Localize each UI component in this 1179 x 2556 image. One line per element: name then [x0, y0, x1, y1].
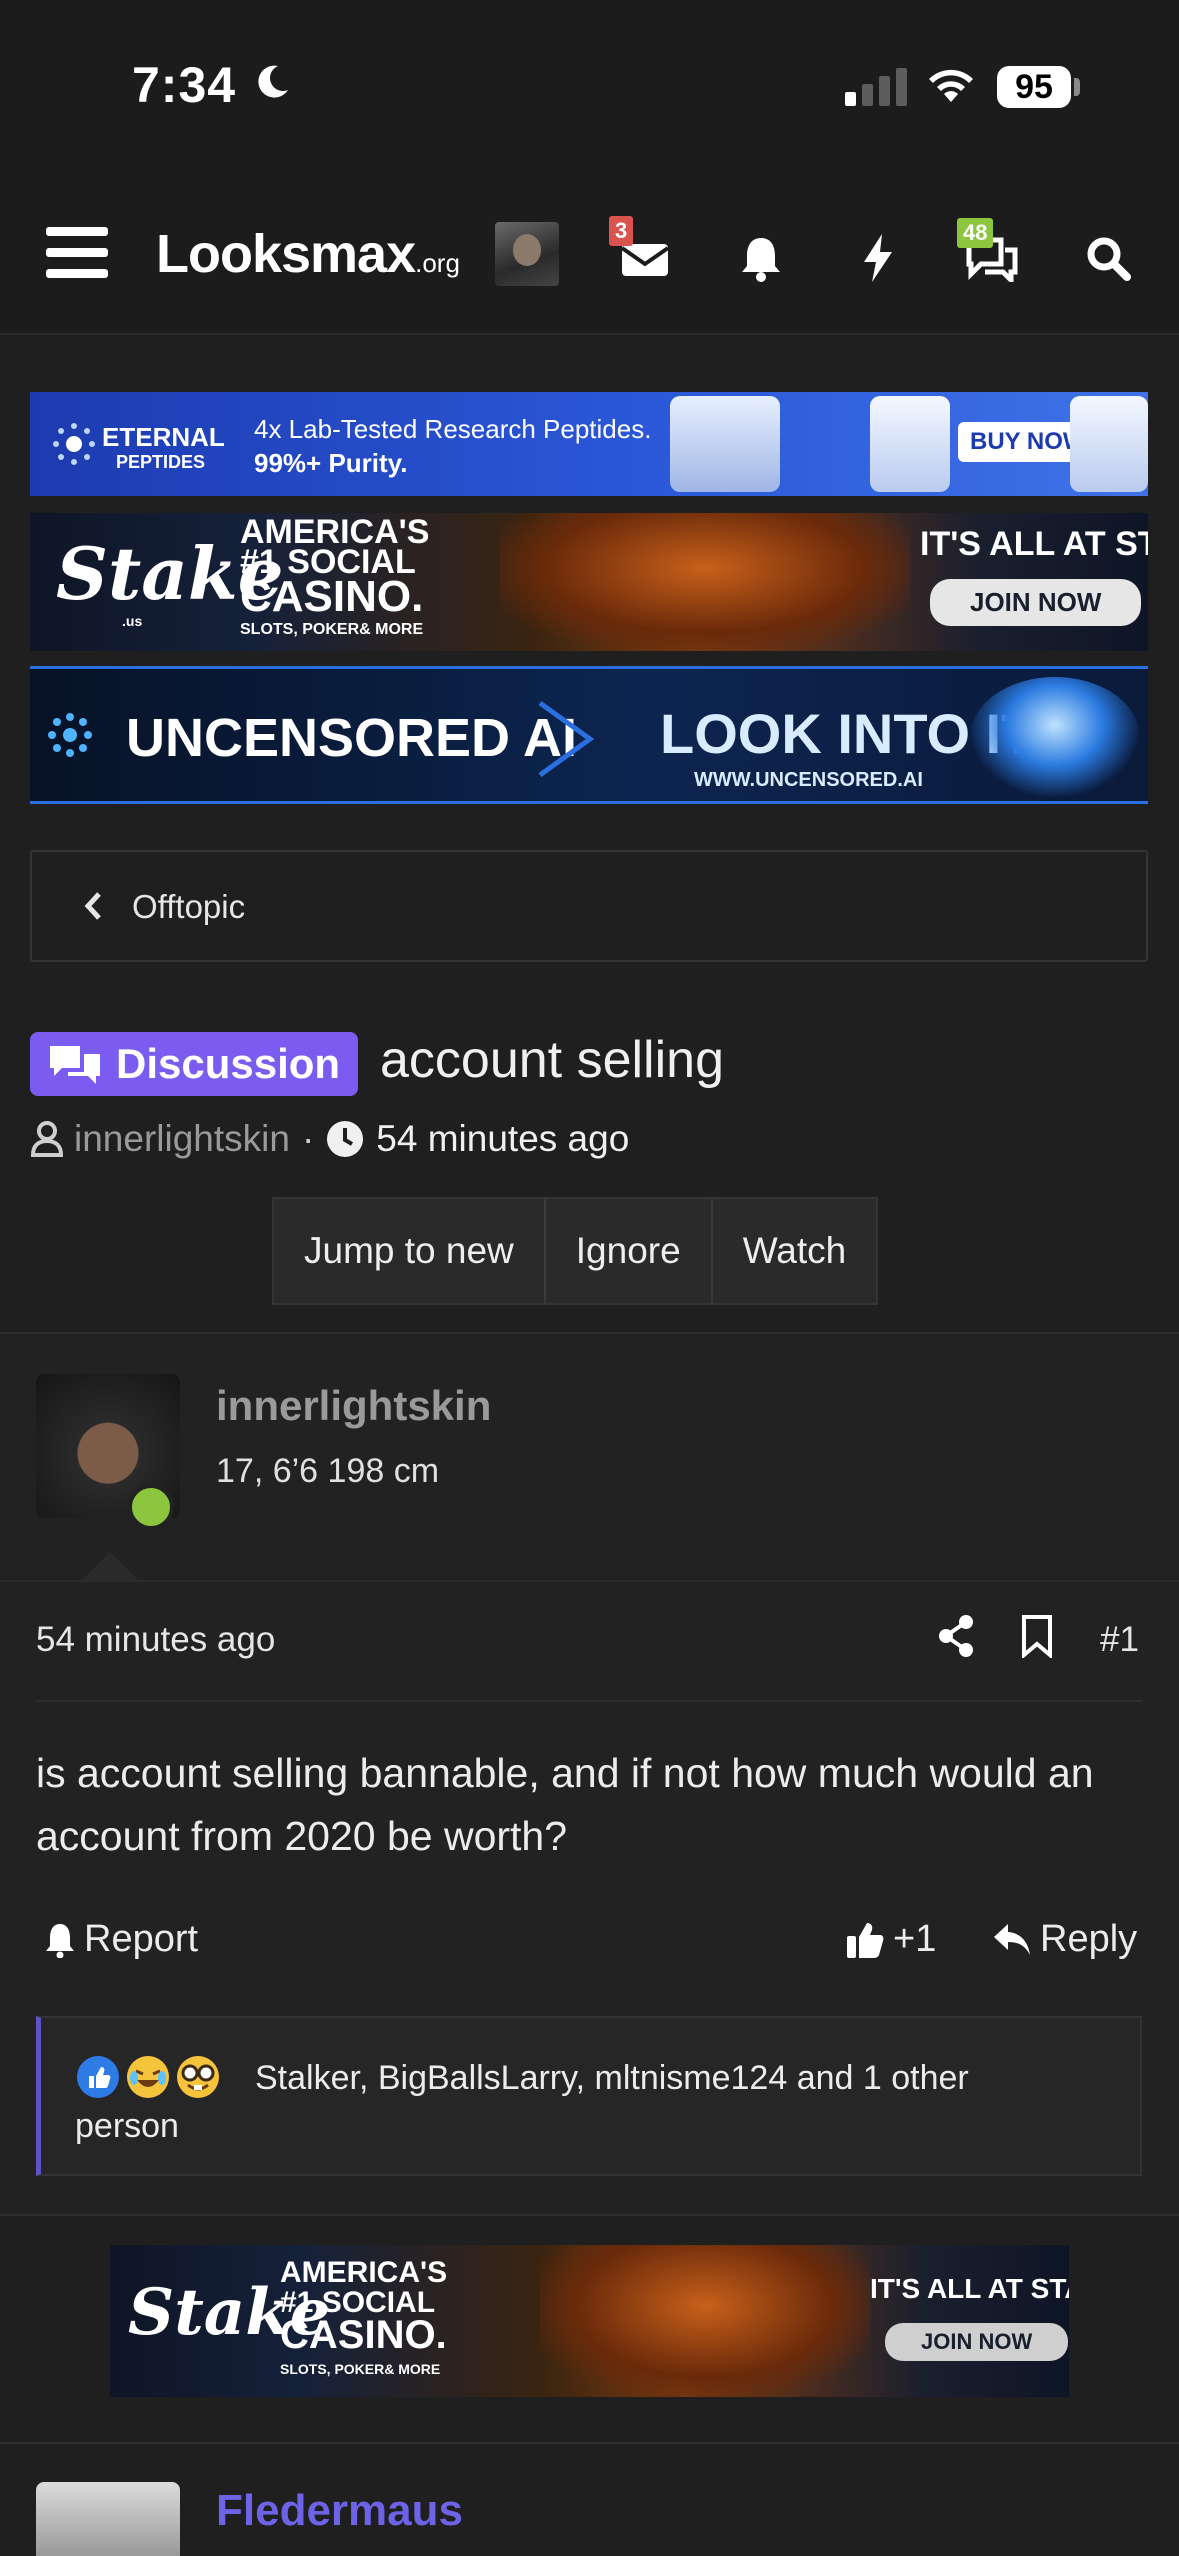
report-label: Report: [84, 1918, 199, 1960]
ad-eternal-brand-sub: PEPTIDES: [116, 452, 206, 472]
ad-stake-sub: SLOTS, POKER& MORE: [240, 621, 424, 638]
reply-label: Reply: [1040, 1918, 1138, 1960]
ad-uncensored-brand: UNCENSORED AI: [126, 708, 578, 768]
next-post-author-avatar[interactable]: [36, 2482, 180, 2556]
breadcrumb[interactable]: Offtopic: [30, 850, 1148, 962]
thumbs-up-icon: [847, 1922, 884, 1958]
divider: [0, 2442, 1179, 2444]
reply-button[interactable]: Reply: [992, 1918, 1137, 1961]
post-author-name[interactable]: innerlightskin: [216, 1382, 491, 1430]
ad-eternal-brand: ETERNAL: [102, 422, 225, 452]
like-count: +1: [893, 1918, 937, 1960]
cellular-signal-icon: [845, 68, 907, 106]
inbox-button[interactable]: 3: [609, 216, 673, 286]
peptide-logo-icon: [53, 423, 95, 465]
ad-stake-brand-sub: .us: [122, 613, 143, 629]
thread-time[interactable]: 54 minutes ago: [376, 1118, 629, 1160]
user-avatar[interactable]: [495, 222, 559, 286]
next-post-author-name[interactable]: Fledermaus: [216, 2486, 463, 2536]
battery-indicator: 95: [997, 66, 1071, 108]
status-bar: 7:34 95: [0, 0, 1179, 175]
user-block-arrow: [80, 1552, 140, 1582]
ad-stake-cta: JOIN NOW: [930, 579, 1142, 626]
ad-banner-eternal-peptides[interactable]: ETERNAL PEPTIDES 4x Lab-Tested Research …: [30, 392, 1148, 496]
reply-icon: [994, 1923, 1030, 1955]
thread-prefix-badge[interactable]: Discussion: [30, 1032, 359, 1096]
lightning-icon: [864, 234, 892, 282]
vial-image: [870, 396, 950, 492]
post-timestamp[interactable]: 54 minutes ago: [36, 1620, 275, 1660]
divider: [0, 1580, 1179, 1582]
menu-icon[interactable]: [46, 227, 108, 281]
ad-stake-sub: SLOTS, POKER& MORE: [280, 2361, 441, 2377]
user-icon: [30, 1121, 64, 1157]
search-button[interactable]: [1080, 230, 1136, 286]
ad-banner-stake-bottom[interactable]: Stake AMERICA'S #1 SOCIAL CASINO. SLOTS,…: [110, 2245, 1069, 2397]
ad-stake-cta: JOIN NOW: [885, 2323, 1069, 2361]
reactions-text: Stalker, BigBallsLarry, mltnisme124 and …: [75, 2059, 969, 2145]
ad-stake-headline-1: AMERICA'S: [280, 2256, 448, 2289]
breadcrumb-label: Offtopic: [132, 888, 246, 925]
whats-new-button[interactable]: [850, 230, 906, 286]
ad-banner-stake[interactable]: Stake .us AMERICA'S #1 SOCIAL CASINO. SL…: [30, 513, 1148, 651]
dots-logo-icon: [48, 713, 92, 757]
thread-action-buttons: Jump to new Ignore Watch: [272, 1197, 879, 1305]
watch-button[interactable]: Watch: [712, 1199, 877, 1303]
share-icon[interactable]: [936, 1614, 976, 1658]
status-time: 7:34: [132, 57, 237, 113]
ad-stake-headline-3: CASINO.: [240, 572, 424, 621]
thread-author-link[interactable]: innerlightskin: [74, 1118, 290, 1160]
vial-image: [1070, 396, 1148, 492]
stake-ad-photo: [540, 2245, 870, 2397]
ad-uncensored-url: WWW.UNCENSORED.AI: [694, 769, 923, 791]
stake-ad-photo: [500, 513, 910, 651]
top-navbar: Looksmax.org 3 48: [0, 175, 1179, 335]
chevron-right-icon: [538, 700, 595, 778]
jump-to-new-button[interactable]: Jump to new: [274, 1199, 546, 1303]
post-author-title: 17, 6’6 198 cm: [216, 1452, 440, 1490]
ignore-button[interactable]: Ignore: [545, 1199, 713, 1303]
ad-eternal-line2: 99%+ Purity.: [254, 448, 408, 478]
inbox-badge: 3: [609, 216, 634, 246]
divider: [36, 1700, 1142, 1702]
search-icon: [1087, 237, 1131, 281]
notifications-button[interactable]: [733, 230, 789, 286]
chat-bubbles-icon: [50, 1046, 100, 1084]
meta-separator: ·: [301, 1118, 315, 1159]
divider: [0, 2214, 1179, 2216]
wifi-icon: [929, 69, 973, 102]
bell-icon: [742, 238, 780, 282]
ad-banner-uncensored-ai[interactable]: UNCENSORED AI LOOK INTO IT WWW.UNCENSORE…: [30, 666, 1148, 804]
thread-meta: innerlightskin · 54 minutes ago: [30, 1118, 629, 1160]
moon-icon: [258, 65, 288, 98]
post-number[interactable]: #1: [1100, 1620, 1139, 1660]
like-button[interactable]: +1: [845, 1918, 936, 1961]
site-logo[interactable]: Looksmax.org: [156, 223, 460, 285]
conversations-button[interactable]: 48: [957, 218, 1019, 286]
ad-stake-tag: IT'S ALL AT STAKE: [920, 525, 1148, 563]
post-body: is account selling bannable, and if not …: [36, 1750, 1094, 1859]
battery-tip: [1074, 78, 1080, 96]
chevron-left-icon: [84, 892, 101, 920]
bell-icon: [46, 1923, 74, 1958]
conversations-badge: 48: [957, 218, 994, 248]
ad-eternal-line1: 4x Lab-Tested Research Peptides.: [254, 414, 652, 444]
thread-prefix-label: Discussion: [116, 1040, 341, 1087]
online-status-indicator: [128, 1484, 174, 1530]
report-button[interactable]: Report: [44, 1918, 198, 1961]
vial-image: [670, 396, 780, 492]
ad-stake-tag: IT'S ALL AT STAKE: [870, 2273, 1069, 2304]
brain-image: [970, 677, 1140, 797]
ad-stake-headline-3: CASINO.: [280, 2313, 447, 2357]
thread-title: account selling: [380, 1031, 724, 1089]
bookmark-icon[interactable]: [1020, 1614, 1054, 1658]
clock-icon: [327, 1121, 364, 1157]
reactions-bar[interactable]: Stalker, BigBallsLarry, mltnisme124 and …: [36, 2016, 1142, 2176]
